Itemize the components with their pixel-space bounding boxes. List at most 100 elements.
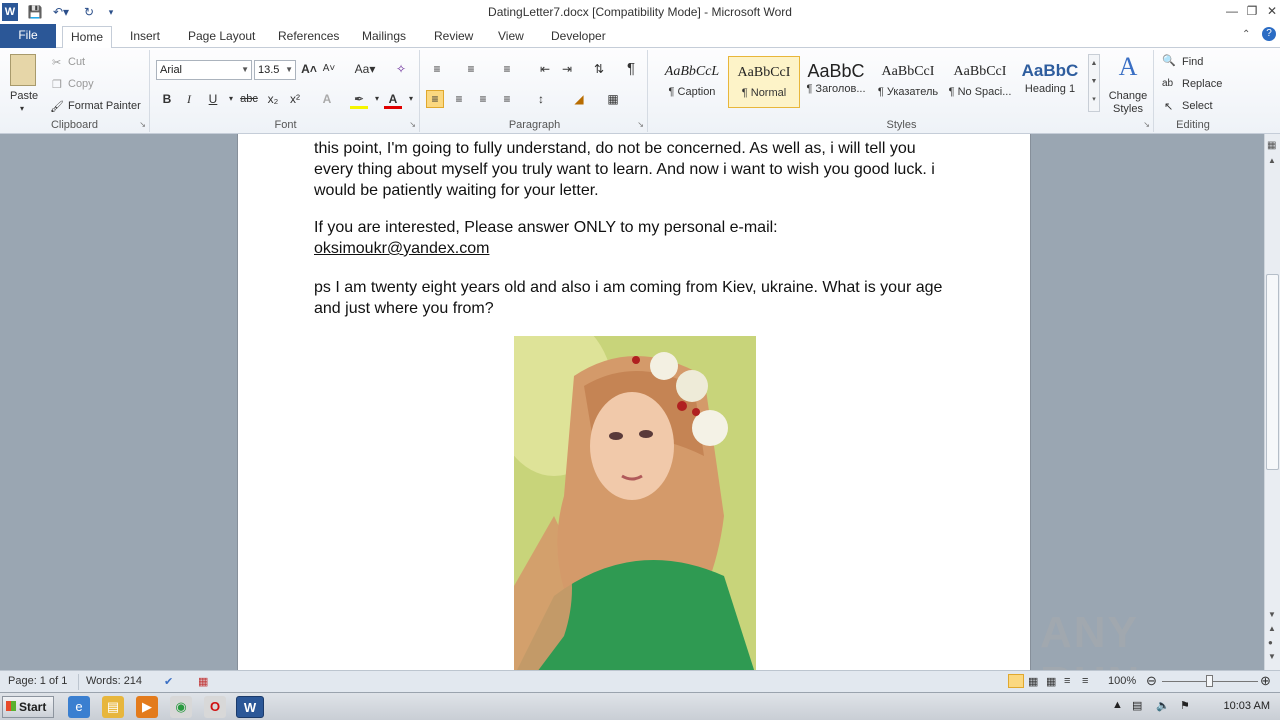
tab-review[interactable]: Review (426, 26, 481, 48)
minimize-button[interactable]: — (1222, 2, 1242, 20)
tab-page-layout[interactable]: Page Layout (180, 26, 263, 48)
email-link[interactable]: oksimoukr@yandex.com (314, 240, 489, 257)
tab-view[interactable]: View (490, 26, 532, 48)
show-hidden-icons[interactable]: ▲ (1112, 699, 1123, 711)
styles-launcher-icon[interactable]: ↘ (1143, 120, 1150, 129)
shrink-font-icon[interactable]: A˅ (320, 61, 338, 79)
word-taskbar-button[interactable]: W (236, 696, 264, 718)
increase-indent-icon[interactable]: ⇥ (558, 61, 576, 79)
scroll-down-icon[interactable]: ▼ (1268, 610, 1276, 619)
paste-dropdown-icon[interactable]: ▾ (20, 104, 24, 113)
numbering-icon[interactable]: ≡ (462, 61, 480, 79)
style-no-spacing[interactable]: AaBbCcI ¶ No Spaci... (944, 56, 1016, 108)
styles-gallery-scroll[interactable]: ▲ ▼ ▾ (1088, 54, 1100, 112)
paste-icon[interactable] (10, 54, 36, 86)
scroll-up-icon[interactable]: ▲ (1268, 156, 1276, 165)
close-button[interactable]: ✕ (1262, 2, 1280, 20)
embedded-photo[interactable] (514, 336, 756, 670)
clock[interactable]: 10:03 AM (1224, 700, 1270, 712)
font-name-combo[interactable]: Arial ▼ (156, 60, 252, 80)
tab-file[interactable]: File (0, 24, 56, 48)
text-effects-icon[interactable]: A (318, 91, 336, 109)
subscript-icon[interactable]: x₂ (264, 91, 282, 109)
line-spacing-icon[interactable]: ↕ (532, 91, 550, 109)
copy-button[interactable]: Copy (68, 78, 94, 90)
ruler-toggle-icon[interactable]: ▦ (1267, 140, 1276, 151)
print-layout-view-icon[interactable] (1008, 674, 1024, 688)
vertical-scrollbar[interactable]: ▦ ▲ ▼ ▲ ● ▼ (1264, 134, 1280, 670)
format-painter-button[interactable]: Format Painter (68, 100, 141, 112)
change-styles-button[interactable]: Change Styles (1104, 90, 1152, 116)
multilevel-list-icon[interactable]: ≡ (498, 61, 516, 79)
tab-references[interactable]: References (270, 26, 347, 48)
internet-explorer-icon[interactable]: e (68, 696, 90, 718)
full-screen-reading-view-icon[interactable]: ▦ (1028, 675, 1038, 688)
action-center-flag-icon[interactable]: ⚑ (1180, 699, 1190, 712)
font-launcher-icon[interactable]: ↘ (409, 120, 416, 129)
next-page-icon[interactable]: ▼ (1268, 652, 1276, 661)
grow-font-icon[interactable]: A˄ (300, 61, 318, 79)
tab-insert[interactable]: Insert (122, 26, 168, 48)
show-formatting-icon[interactable]: ¶ (622, 61, 640, 79)
zoom-level[interactable]: 100% (1108, 675, 1136, 687)
chrome-icon[interactable]: ◉ (170, 696, 192, 718)
font-color-dropdown-icon[interactable]: ▾ (402, 91, 420, 109)
scrollbar-thumb[interactable] (1266, 274, 1279, 470)
macro-record-icon[interactable]: ▦ (198, 675, 208, 688)
align-left-icon[interactable]: ≡ (426, 90, 444, 108)
tab-home[interactable]: Home (62, 26, 113, 49)
highlight-icon[interactable]: ✒ (350, 91, 368, 109)
media-player-icon[interactable]: ▶ (136, 696, 158, 718)
volume-icon[interactable]: 🔈 (1156, 699, 1170, 712)
font-color-icon[interactable]: A (384, 91, 402, 109)
explorer-folder-icon[interactable]: ▤ (102, 696, 124, 718)
font-name-dropdown-icon[interactable]: ▼ (241, 61, 249, 79)
style-normal[interactable]: AaBbCcI ¶ Normal (728, 56, 800, 108)
style-heading-ru[interactable]: AaBbC ¶ Заголов... (800, 56, 872, 108)
help-icon[interactable]: ? (1262, 27, 1276, 41)
style-heading-1[interactable]: AaBbC Heading 1 (1016, 56, 1084, 108)
outline-view-icon[interactable]: ≡ (1064, 675, 1070, 687)
clipboard-launcher-icon[interactable]: ↘ (139, 120, 146, 129)
tab-mailings[interactable]: Mailings (354, 26, 414, 48)
minimize-ribbon-icon[interactable]: ⌃ (1242, 29, 1250, 40)
change-case-icon[interactable]: Aa▾ (352, 61, 378, 79)
justify-icon[interactable]: ≡ (498, 91, 516, 109)
proofing-icon[interactable]: ✔ (164, 675, 173, 688)
word-count[interactable]: Words: 214 (86, 675, 142, 687)
maximize-button[interactable]: ❐ (1242, 2, 1262, 20)
zoom-out-icon[interactable]: ⊖ (1146, 673, 1157, 689)
paste-button[interactable]: Paste (10, 90, 38, 102)
font-size-dropdown-icon[interactable]: ▼ (285, 61, 293, 79)
style-index[interactable]: AaBbCcI ¶ Указатель (872, 56, 944, 108)
superscript-icon[interactable]: x² (286, 91, 304, 109)
previous-page-icon[interactable]: ▲ (1268, 624, 1276, 633)
web-layout-view-icon[interactable]: ▦ (1046, 675, 1056, 688)
opera-icon[interactable]: O (204, 696, 226, 718)
shading-icon[interactable]: ◢ (570, 91, 588, 109)
replace-button[interactable]: Replace (1182, 78, 1222, 90)
draft-view-icon[interactable]: ≡ (1082, 675, 1088, 687)
network-icon[interactable]: ▤ (1132, 699, 1142, 712)
align-center-icon[interactable]: ≡ (450, 91, 468, 109)
zoom-in-icon[interactable]: ⊕ (1260, 673, 1271, 689)
borders-icon[interactable]: ▦ (604, 91, 622, 109)
document-page[interactable]: this point, I'm going to fully understan… (237, 134, 1031, 670)
page-count[interactable]: Page: 1 of 1 (8, 675, 67, 687)
find-button[interactable]: Find (1182, 56, 1203, 68)
underline-icon[interactable]: U (204, 91, 222, 109)
bold-icon[interactable]: B (158, 91, 176, 109)
decrease-indent-icon[interactable]: ⇤ (536, 61, 554, 79)
italic-icon[interactable]: I (180, 91, 198, 109)
zoom-slider-thumb[interactable] (1206, 675, 1213, 687)
browse-object-icon[interactable]: ● (1268, 638, 1273, 647)
cut-button[interactable]: Cut (68, 56, 85, 68)
strikethrough-icon[interactable]: abc (238, 91, 260, 109)
paragraph-launcher-icon[interactable]: ↘ (637, 120, 644, 129)
tab-developer[interactable]: Developer (543, 26, 614, 48)
clear-formatting-icon[interactable]: ✧ (392, 61, 410, 79)
sort-icon[interactable]: ⇅ (590, 61, 608, 79)
style-caption[interactable]: AaBbCcL ¶ Caption (656, 56, 728, 108)
align-right-icon[interactable]: ≡ (474, 91, 492, 109)
font-size-combo[interactable]: 13.5 ▼ (254, 60, 296, 80)
